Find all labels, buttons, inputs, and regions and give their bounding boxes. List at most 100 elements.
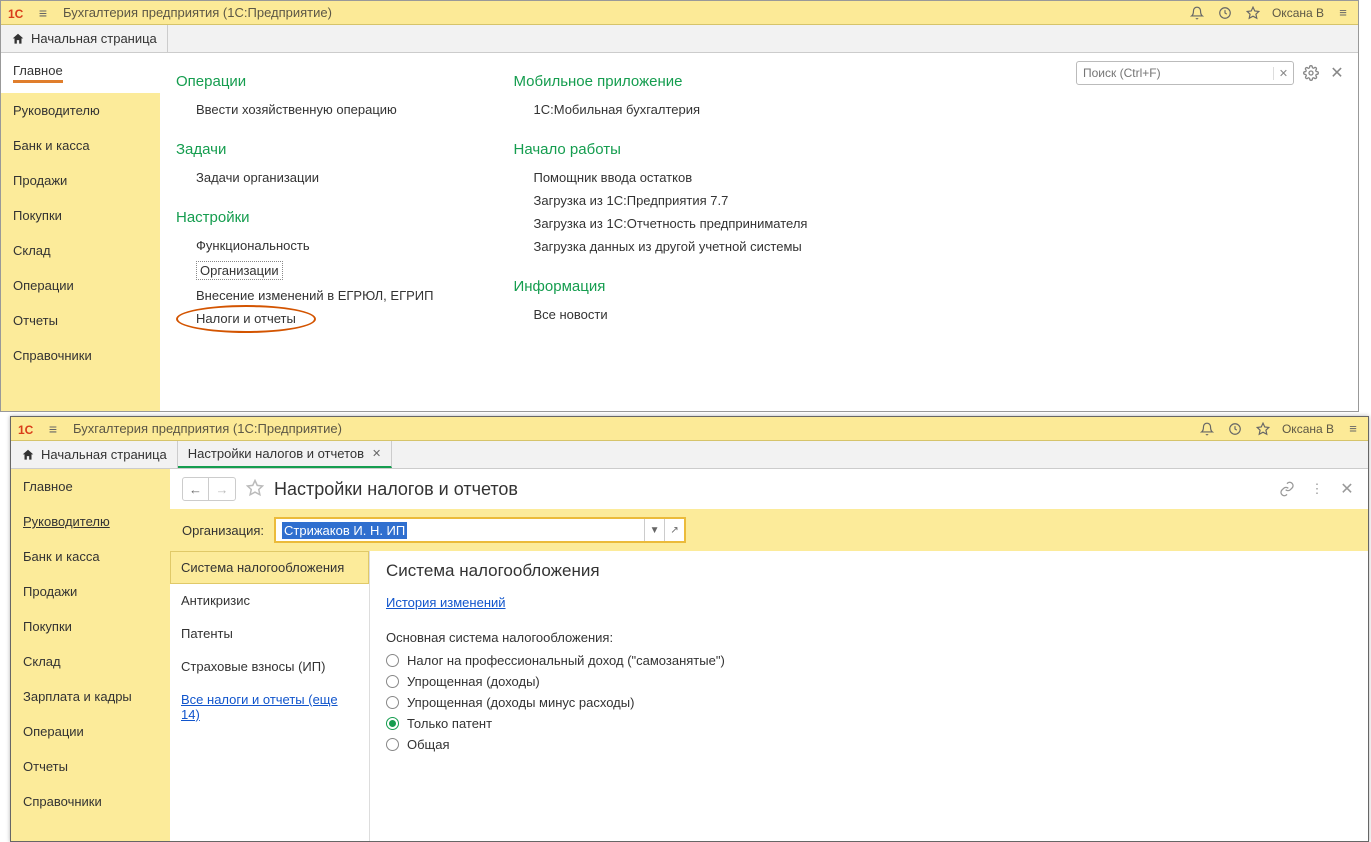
link-enter-op[interactable]: Ввести хозяйственную операцию: [196, 102, 433, 117]
tax-tab-system[interactable]: Система налогообложения: [170, 551, 369, 584]
history-icon[interactable]: [1216, 4, 1234, 22]
link-mobile-acc[interactable]: 1С:Мобильная бухгалтерия: [533, 102, 807, 117]
sidebar2-item-purchases[interactable]: Покупки: [11, 609, 170, 644]
sidebar2-item-sales[interactable]: Продажи: [11, 574, 170, 609]
tab-home-label-2: Начальная страница: [41, 447, 167, 462]
tax-main: Система налогообложения История изменени…: [370, 551, 1368, 841]
section-info[interactable]: Информация: [513, 278, 807, 295]
sidebar-item-catalogs[interactable]: Справочники: [1, 338, 160, 373]
app-title: Бухгалтерия предприятия (1С:Предприятие): [63, 5, 332, 20]
org-open-icon[interactable]: ↗: [664, 519, 684, 541]
favorite-star-icon[interactable]: [246, 479, 264, 500]
tabstrip-2: Начальная страница Настройки налогов и о…: [11, 441, 1368, 469]
section-settings[interactable]: Настройки: [176, 209, 433, 226]
sidebar2-item-operations[interactable]: Операции: [11, 714, 170, 749]
radio-patent-only[interactable]: Только патент: [386, 716, 1352, 731]
link-egrul[interactable]: Внесение изменений в ЕГРЮЛ, ЕГРИП: [196, 288, 433, 303]
tab-home[interactable]: Начальная страница: [1, 25, 168, 52]
org-bar: Организация: Стрижаков И. Н. ИП ▼ ↗: [170, 509, 1368, 551]
search-input[interactable]: [1077, 66, 1273, 80]
radio-simplified-incexp[interactable]: Упрощенная (доходы минус расходы): [386, 695, 1352, 710]
link-load-report[interactable]: Загрузка из 1С:Отчетность предпринимател…: [533, 216, 807, 231]
sidebar-item-bank[interactable]: Банк и касса: [1, 128, 160, 163]
section-mobile[interactable]: Мобильное приложение: [513, 73, 807, 90]
tab-close-icon[interactable]: ✕: [372, 447, 381, 460]
tax-tab-anticrisis[interactable]: Антикризис: [170, 584, 369, 617]
app-logo: 1С: [7, 4, 31, 22]
org-select[interactable]: Стрижаков И. Н. ИП ▼ ↗: [274, 517, 686, 543]
radio-icon: [386, 654, 399, 667]
sidebar2-item-warehouse[interactable]: Склад: [11, 644, 170, 679]
home-icon: [11, 32, 25, 46]
sidebar-2: Главное Руководителю Банк и касса Продаж…: [11, 469, 170, 841]
link-org-tasks[interactable]: Задачи организации: [196, 170, 433, 185]
content-panel: ← → Настройки налогов и отчетов ⋮ ✕ Орга…: [170, 469, 1368, 841]
sidebar-item-manager[interactable]: Руководителю: [1, 93, 160, 128]
sidebar-1: Главное Руководителю Банк и касса Продаж…: [1, 53, 160, 411]
hamburger-icon-2[interactable]: ≡: [41, 421, 65, 437]
menu-lines-icon[interactable]: ≡: [1334, 4, 1352, 22]
link-functionality[interactable]: Функциональность: [196, 238, 433, 253]
app-title-2: Бухгалтерия предприятия (1С:Предприятие): [73, 421, 342, 436]
tab-home-2[interactable]: Начальная страница: [11, 441, 178, 468]
section-operations[interactable]: Операции: [176, 73, 433, 90]
link-taxes-reports[interactable]: Налоги и отчеты: [196, 311, 296, 326]
link-icon[interactable]: [1278, 480, 1296, 498]
titlebar-1: 1С ≡ Бухгалтерия предприятия (1С:Предпри…: [1, 1, 1358, 25]
section-tasks[interactable]: Задачи: [176, 141, 433, 158]
close-content-icon[interactable]: ✕: [1338, 480, 1356, 498]
tax-tab-patents[interactable]: Патенты: [170, 617, 369, 650]
sidebar-item-operations[interactable]: Операции: [1, 268, 160, 303]
menu-lines-icon-2[interactable]: ≡: [1344, 420, 1362, 438]
tab-tax-settings[interactable]: Настройки налогов и отчетов ✕: [178, 441, 392, 468]
history-link[interactable]: История изменений: [386, 595, 506, 610]
radio-icon: [386, 738, 399, 751]
sidebar-item-warehouse[interactable]: Склад: [1, 233, 160, 268]
link-load-other[interactable]: Загрузка данных из другой учетной систем…: [533, 239, 807, 254]
sidebar2-item-main[interactable]: Главное: [11, 469, 170, 504]
radio-general[interactable]: Общая: [386, 737, 1352, 752]
nav-forward-button[interactable]: →: [209, 478, 235, 500]
star-icon[interactable]: [1244, 4, 1262, 22]
titlebar-2: 1С ≡ Бухгалтерия предприятия (1С:Предпри…: [11, 417, 1368, 441]
sidebar2-item-reports[interactable]: Отчеты: [11, 749, 170, 784]
username-2[interactable]: Оксана В: [1282, 422, 1334, 436]
menu-panel: ✕ ✕ Операции Ввести хозяйственную операц…: [160, 53, 1358, 411]
tax-tab-insurance[interactable]: Страховые взносы (ИП): [170, 650, 369, 683]
tax-heading: Система налогообложения: [386, 561, 1352, 581]
tab-tax-label: Настройки налогов и отчетов: [188, 446, 364, 461]
sidebar-item-reports[interactable]: Отчеты: [1, 303, 160, 338]
sidebar-item-purchases[interactable]: Покупки: [1, 198, 160, 233]
search-clear-icon[interactable]: ✕: [1273, 67, 1293, 80]
tax-tab-all[interactable]: Все налоги и отчеты (еще 14): [170, 683, 369, 731]
bell-icon-2[interactable]: [1198, 420, 1216, 438]
hamburger-icon[interactable]: ≡: [31, 5, 55, 21]
username[interactable]: Оксана В: [1272, 6, 1324, 20]
bell-icon[interactable]: [1188, 4, 1206, 22]
history-icon-2[interactable]: [1226, 420, 1244, 438]
nav-buttons: ← →: [182, 477, 236, 501]
radio-self-employed[interactable]: Налог на профессиональный доход ("самоза…: [386, 653, 1352, 668]
star-icon-2[interactable]: [1254, 420, 1272, 438]
link-load-77[interactable]: Загрузка из 1С:Предприятия 7.7: [533, 193, 807, 208]
nav-back-button[interactable]: ←: [183, 478, 209, 500]
section-getting-started[interactable]: Начало работы: [513, 141, 807, 158]
kebab-icon[interactable]: ⋮: [1308, 480, 1326, 498]
link-organizations[interactable]: Организации: [196, 261, 283, 280]
close-panel-icon[interactable]: ✕: [1328, 64, 1346, 82]
radio-simplified-income[interactable]: Упрощенная (доходы): [386, 674, 1352, 689]
sidebar2-item-catalogs[interactable]: Справочники: [11, 784, 170, 819]
sidebar2-item-bank[interactable]: Банк и касса: [11, 539, 170, 574]
gear-icon[interactable]: [1302, 64, 1320, 82]
search-box[interactable]: ✕: [1076, 61, 1294, 85]
sidebar2-item-payroll[interactable]: Зарплата и кадры: [11, 679, 170, 714]
app-logo-2: 1С: [17, 420, 41, 438]
org-dropdown-icon[interactable]: ▼: [644, 519, 664, 541]
tabstrip-1: Начальная страница: [1, 25, 1358, 53]
sidebar-item-sales[interactable]: Продажи: [1, 163, 160, 198]
sidebar-item-main[interactable]: Главное: [1, 53, 160, 93]
page-title: Настройки налогов и отчетов: [274, 479, 518, 500]
link-all-news[interactable]: Все новости: [533, 307, 807, 322]
sidebar2-item-manager[interactable]: Руководителю: [11, 504, 170, 539]
link-balance-helper[interactable]: Помощник ввода остатков: [533, 170, 807, 185]
